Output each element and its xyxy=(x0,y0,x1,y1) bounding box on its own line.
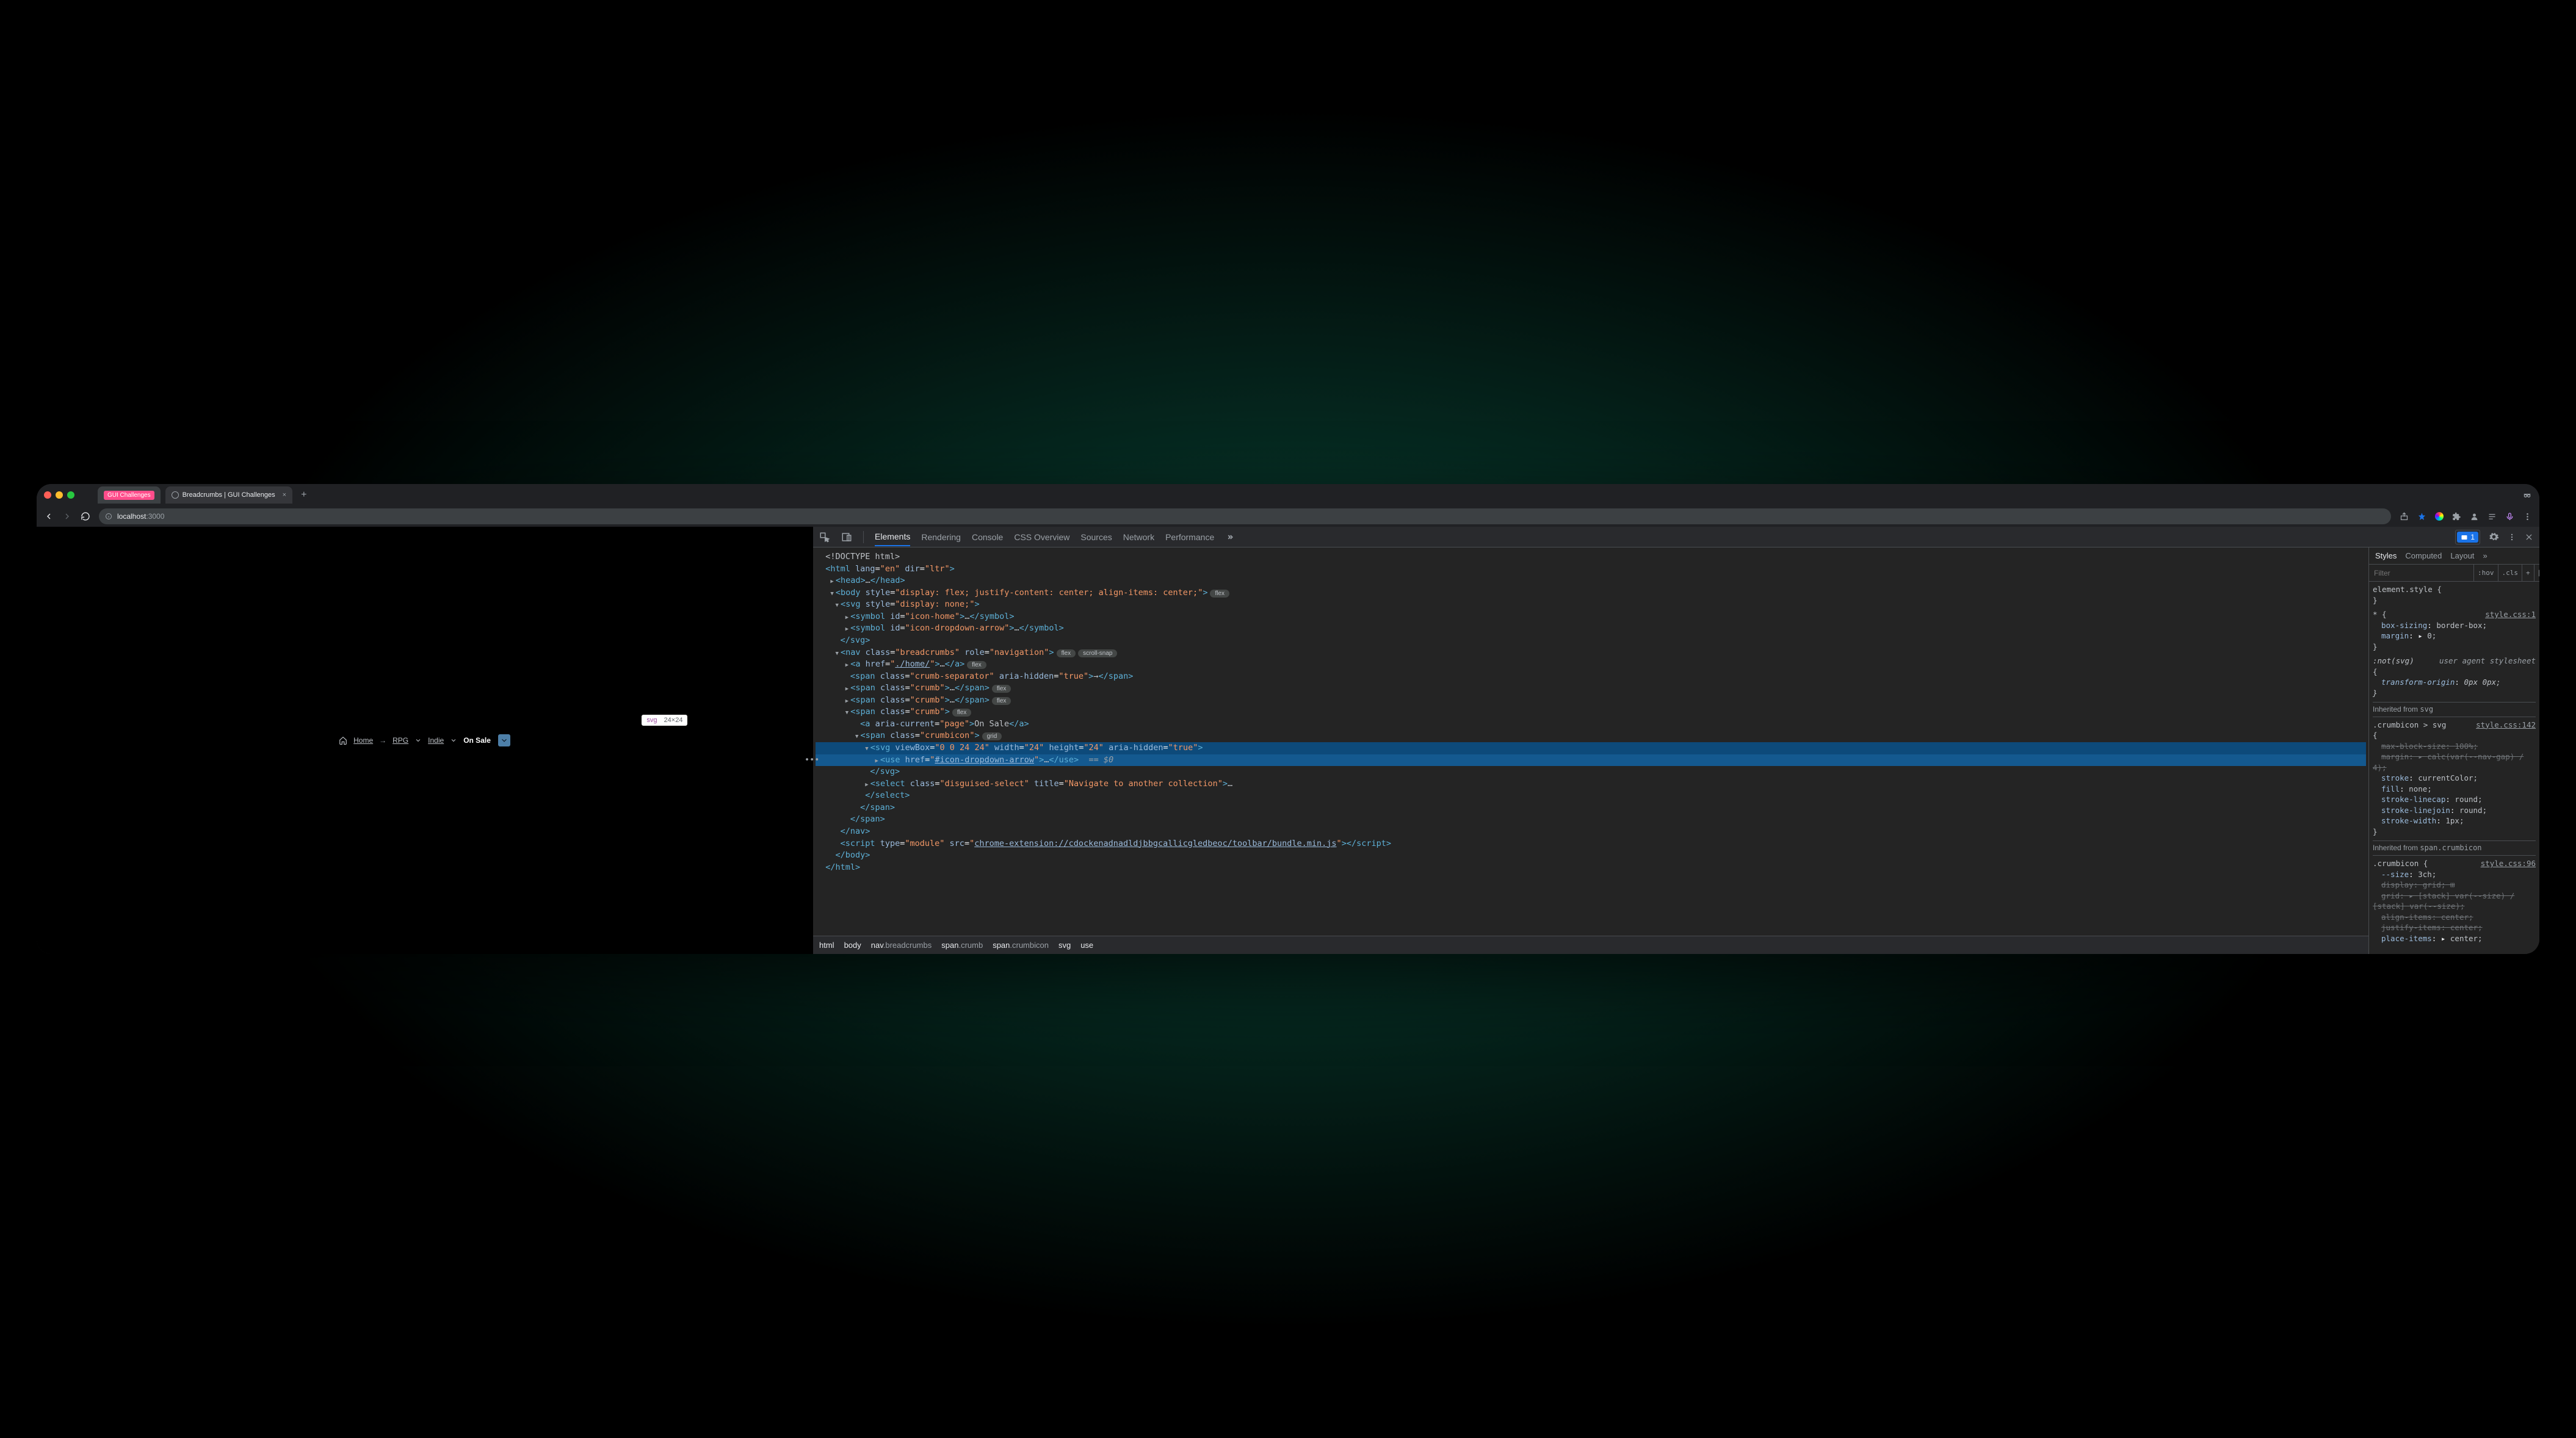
tab-sources[interactable]: Sources xyxy=(1080,532,1112,542)
url-bar: localhost:3000 xyxy=(37,506,2539,527)
tab-active[interactable]: Breadcrumbs | GUI Challenges × xyxy=(165,486,292,504)
breadcrumb-nav: Home → RPG Indie On Sale xyxy=(339,734,510,746)
tab-inactive[interactable]: GUI Challenges xyxy=(98,486,161,504)
settings-icon[interactable] xyxy=(2489,532,2499,542)
chevron-down-icon[interactable] xyxy=(450,737,457,744)
close-devtools-icon[interactable] xyxy=(2525,533,2533,541)
forward-button[interactable] xyxy=(62,511,72,521)
tab-active-label: Breadcrumbs | GUI Challenges xyxy=(183,491,275,499)
reading-list-icon[interactable] xyxy=(2487,512,2497,521)
omnibox[interactable]: localhost:3000 xyxy=(99,508,2391,524)
url-text: localhost:3000 xyxy=(117,512,164,521)
inspect-tooltip: svg 24×24 xyxy=(642,715,687,726)
profile-icon[interactable] xyxy=(2470,512,2479,521)
chevron-down-icon[interactable] xyxy=(414,737,422,744)
close-window-button[interactable] xyxy=(44,491,51,499)
inspect-element-icon[interactable] xyxy=(819,532,830,543)
crumb-rpg[interactable]: RPG xyxy=(393,736,408,745)
incognito-icon xyxy=(2522,490,2532,500)
tab-styles[interactable]: Styles xyxy=(2375,551,2397,560)
close-tab-icon[interactable]: × xyxy=(283,491,286,499)
voice-icon[interactable] xyxy=(2505,512,2514,521)
minimize-window-button[interactable] xyxy=(56,491,63,499)
globe-icon xyxy=(172,491,179,499)
maximize-window-button[interactable] xyxy=(67,491,74,499)
styles-tabs: Styles Computed Layout » xyxy=(2369,547,2539,565)
issues-button[interactable]: 1 xyxy=(2455,530,2480,544)
sep-icon: → xyxy=(379,736,386,745)
browser-window: GUI Challenges Breadcrumbs | GUI Challen… xyxy=(37,484,2539,954)
tab-css-overview[interactable]: CSS Overview xyxy=(1014,532,1069,542)
extensions-icon[interactable] xyxy=(2452,512,2461,521)
more-tabs-icon[interactable] xyxy=(1225,533,1234,541)
tab-elements[interactable]: Elements xyxy=(875,532,910,546)
tab-computed[interactable]: Computed xyxy=(2405,551,2442,560)
cls-toggle[interactable]: .cls xyxy=(2498,565,2522,581)
traffic-lights xyxy=(44,491,74,499)
info-icon xyxy=(105,513,112,520)
styles-filter-row: :hov .cls + xyxy=(2369,565,2539,582)
bookmark-icon[interactable] xyxy=(2417,512,2426,521)
kebab-menu-icon[interactable] xyxy=(2508,533,2516,541)
home-icon xyxy=(339,736,347,745)
styles-filter-input[interactable] xyxy=(2369,569,2473,577)
page-preview: Home → RPG Indie On Sale svg 24×24 xyxy=(37,527,812,954)
devtools-toolbar: Elements Rendering Console CSS Overview … xyxy=(813,527,2539,547)
styles-pane: Styles Computed Layout » :hov .cls + ele… xyxy=(2368,547,2539,954)
new-rule-icon[interactable]: + xyxy=(2522,565,2534,581)
tab-layout[interactable]: Layout xyxy=(2450,551,2474,560)
crumb-dropdown-selected[interactable] xyxy=(498,734,510,746)
styles-body[interactable]: element.style {} * {style.css:1 box-sizi… xyxy=(2369,582,2539,954)
urlbar-actions xyxy=(2400,512,2532,521)
menu-icon[interactable] xyxy=(2523,512,2532,521)
tab-performance[interactable]: Performance xyxy=(1165,532,1214,542)
tab-network[interactable]: Network xyxy=(1123,532,1154,542)
titlebar: GUI Challenges Breadcrumbs | GUI Challen… xyxy=(37,484,2539,506)
crumb-home[interactable]: Home xyxy=(353,736,373,745)
elements-tree[interactable]: <!DOCTYPE html> <html lang="en" dir="ltr… xyxy=(813,547,2368,936)
share-icon[interactable] xyxy=(2400,512,2409,521)
new-tab-button[interactable]: + xyxy=(301,490,306,500)
tab-console[interactable]: Console xyxy=(972,532,1003,542)
tooltip-tag: svg xyxy=(646,717,657,724)
tab-rendering[interactable]: Rendering xyxy=(921,532,961,542)
more-tabs-icon[interactable]: » xyxy=(2483,551,2487,560)
tab-inactive-label: GUI Challenges xyxy=(104,491,154,500)
reload-button[interactable] xyxy=(81,511,90,521)
back-button[interactable] xyxy=(44,511,54,521)
device-toggle-icon[interactable] xyxy=(841,532,852,543)
content-area: Home → RPG Indie On Sale svg 24×24 Eleme… xyxy=(37,527,2539,954)
crumb-indie[interactable]: Indie xyxy=(428,736,444,745)
elements-trail[interactable]: html body nav.breadcrumbs span.crumb spa… xyxy=(813,936,2368,954)
devtools-panel: Elements Rendering Console CSS Overview … xyxy=(812,527,2539,954)
toggle-sidebar-icon[interactable] xyxy=(2534,565,2539,581)
tooltip-dimensions: 24×24 xyxy=(664,717,683,724)
hov-toggle[interactable]: :hov xyxy=(2473,565,2498,581)
extension-colorball-icon[interactable] xyxy=(2435,512,2444,521)
crumb-onsale: On Sale xyxy=(463,736,491,745)
